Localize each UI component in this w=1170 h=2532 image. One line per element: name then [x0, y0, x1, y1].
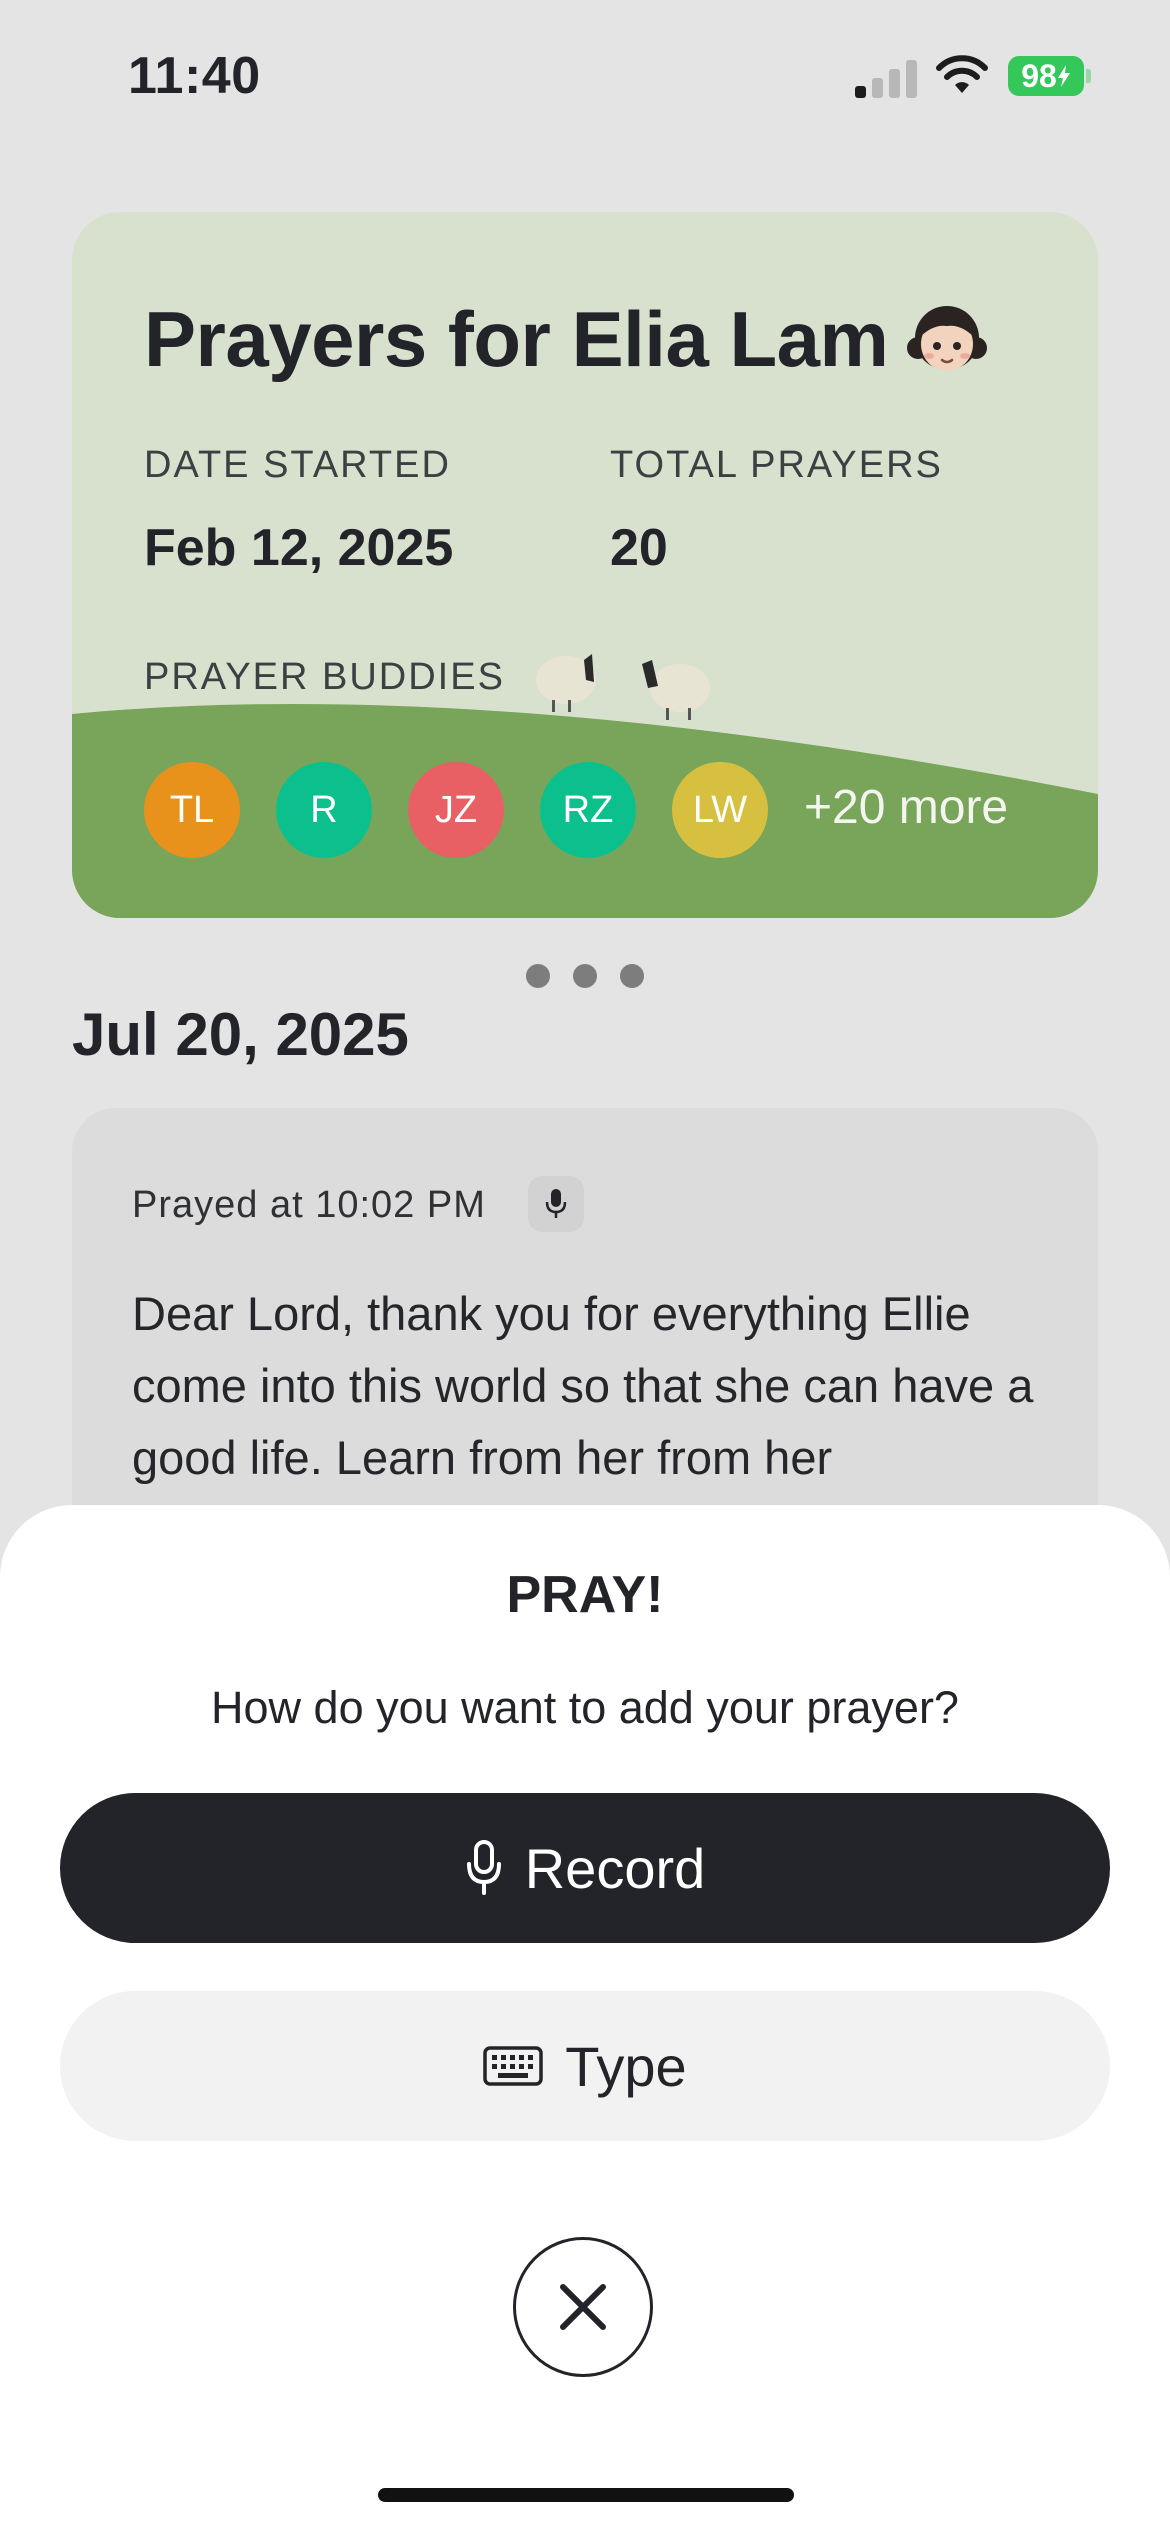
prayer-text: Dear Lord, thank you for everything Elli…: [132, 1287, 1034, 1484]
total-prayers-label: TOTAL PRAYERS: [610, 444, 943, 486]
date-started-label: DATE STARTED: [144, 444, 451, 486]
prayer-buddies-label: PRAYER BUDDIES: [144, 656, 505, 698]
page-dot[interactable]: [573, 964, 597, 988]
page-dot[interactable]: [620, 964, 644, 988]
home-indicator[interactable]: [378, 2488, 794, 2502]
total-prayers-value: 20: [610, 519, 668, 577]
keyboard-icon: [483, 2046, 544, 2086]
battery-icon: 98: [1008, 56, 1084, 96]
girl-emoji-icon: [907, 306, 988, 371]
sheep-illustration: [642, 660, 710, 720]
charging-bolt-icon: [1057, 65, 1070, 87]
record-button[interactable]: Record: [60, 1793, 1110, 1943]
sheep-illustration: [536, 654, 596, 712]
buddy-avatar[interactable]: R: [276, 762, 372, 858]
voice-entry-badge: [528, 1176, 584, 1232]
buddy-initials: TL: [169, 788, 215, 831]
cellular-signal-icon: [855, 58, 917, 98]
card-title-text: Prayers for Elia Lam: [144, 295, 889, 383]
buddy-initials: JZ: [434, 788, 478, 831]
close-icon: [560, 2284, 606, 2330]
buddy-initials: LW: [692, 788, 748, 831]
buddy-avatar[interactable]: RZ: [540, 762, 636, 858]
buddy-initials: RZ: [562, 788, 614, 831]
page-indicator[interactable]: [520, 964, 650, 992]
buddy-avatar[interactable]: TL: [144, 762, 240, 858]
pray-bottom-sheet: PRAY! How do you want to add your prayer…: [0, 1505, 1170, 2532]
feed-date-heading: Jul 20, 2025: [72, 1001, 409, 1068]
buddy-avatar[interactable]: JZ: [408, 762, 504, 858]
battery-cap: [1086, 69, 1091, 83]
microphone-icon: [545, 1189, 567, 1218]
sheet-title: PRAY!: [506, 1566, 664, 1624]
type-button[interactable]: Type: [60, 1991, 1110, 2141]
status-bar: 11:40 98: [0, 0, 1170, 150]
buddy-avatar[interactable]: LW: [672, 762, 768, 858]
record-button-label: Record: [524, 1836, 706, 1900]
microphone-icon: [466, 1840, 501, 1895]
sheet-question: How do you want to add your prayer?: [211, 1682, 959, 1733]
prayed-at-timestamp: Prayed at 10:02 PM: [132, 1184, 486, 1226]
close-button[interactable]: [513, 2237, 653, 2377]
buddy-initials: R: [310, 788, 338, 831]
date-started-value: Feb 12, 2025: [144, 519, 454, 577]
more-buddies-link[interactable]: +20 more: [804, 780, 1008, 835]
card-title: Prayers for Elia Lam: [144, 294, 988, 385]
type-button-label: Type: [565, 2034, 687, 2098]
prayer-card[interactable]: Prayers for Elia Lam DATE STARTED Feb 12…: [72, 212, 1098, 918]
status-time: 11:40: [128, 47, 261, 105]
wifi-icon: [936, 55, 988, 93]
battery-level: 98: [1021, 57, 1057, 94]
page-dot[interactable]: [526, 964, 550, 988]
